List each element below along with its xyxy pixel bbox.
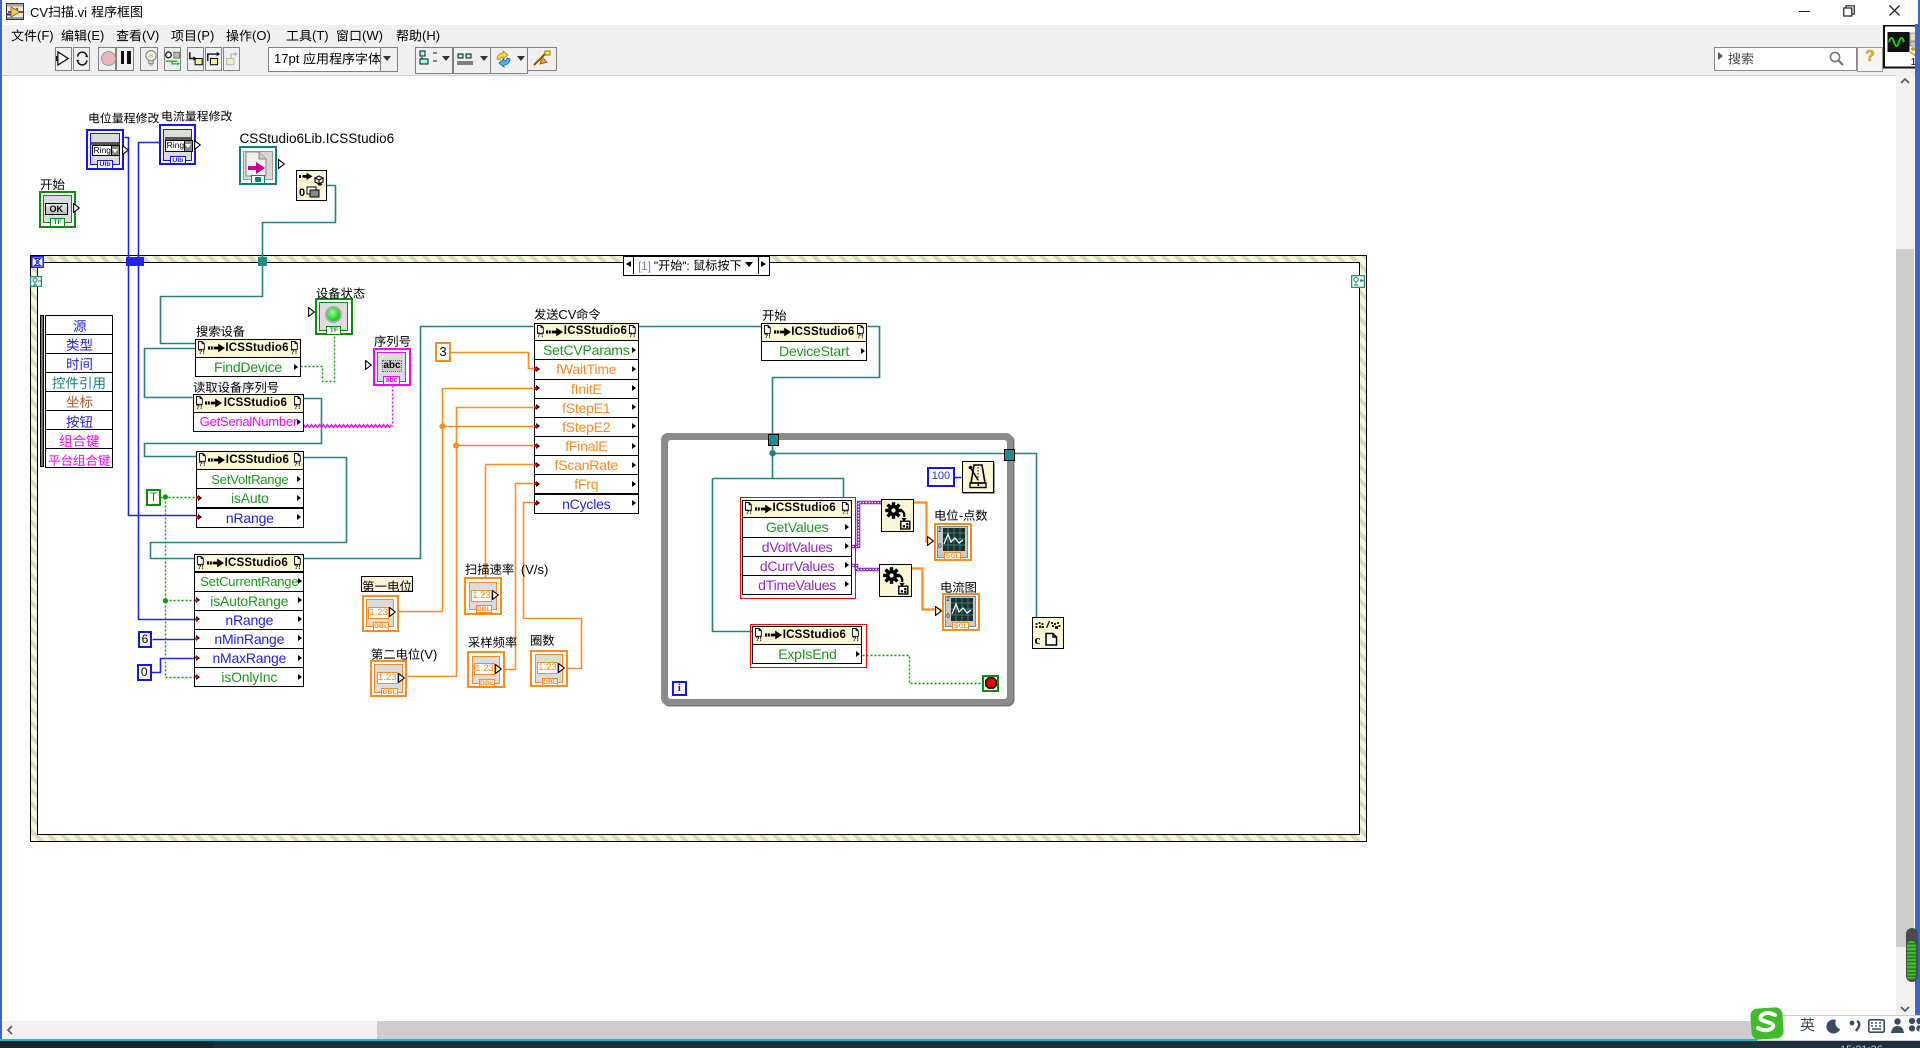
svg-text:0: 0 [299,187,305,199]
svg-text:c: c [1034,632,1040,647]
